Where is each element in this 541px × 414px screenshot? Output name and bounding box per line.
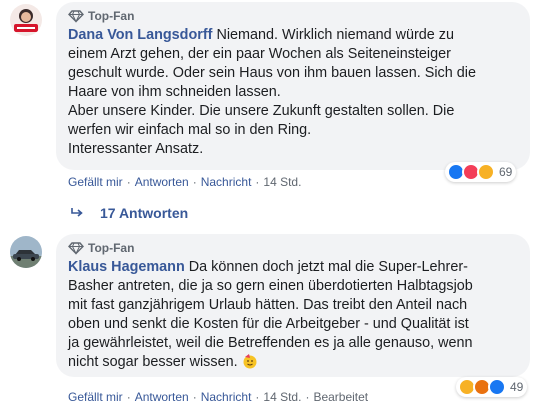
comment-actions: Gefällt mir · Antworten · Nachricht · 14 Std.	[68, 175, 302, 189]
reactions-summary[interactable]: 49	[456, 377, 528, 397]
reply-link[interactable]: Antworten	[135, 175, 189, 189]
timestamp[interactable]: 14 Std.	[263, 175, 301, 189]
comment-line: mit fast ganzjährigem Urlaub hätten. Das…	[68, 297, 468, 313]
comment-line: Aber unsere Kinder. Die unsere Zukunft g…	[68, 103, 455, 119]
comment-bubble: Top-Fan Klaus Hagemann Da können doch jet…	[56, 234, 530, 377]
comment-line: geschult wurde. Oder sein Haus von ihm b…	[68, 65, 476, 81]
like-icon	[488, 378, 506, 396]
reactions-summary[interactable]: 69	[445, 162, 517, 182]
like-link[interactable]: Gefällt mir	[68, 390, 123, 404]
author-name[interactable]: Klaus Hagemann	[68, 259, 185, 275]
comment-line: ja gewährleistet, weil die Betreffenden …	[68, 335, 473, 351]
diamond-icon	[68, 242, 84, 255]
comment-line: werfen wir einfach mal so in den Ring.	[68, 122, 312, 138]
diamond-icon	[68, 10, 84, 23]
top-fan-badge: Top-Fan	[68, 240, 518, 256]
avatar-image-icon	[10, 4, 42, 36]
comment-line: Da können doch jetzt mal die Super-Lehre…	[188, 259, 468, 275]
comment-text: Dana Von Langsdorff Niemand. Wirklich nie…	[68, 26, 518, 159]
avatar[interactable]	[10, 236, 42, 268]
message-link[interactable]: Nachricht	[201, 175, 252, 189]
reaction-count: 49	[510, 380, 524, 394]
comment-line: Interessanter Ansatz.	[68, 141, 204, 157]
comment-actions: Gefällt mir · Antworten · Nachricht · 14 Std. ·…	[68, 390, 369, 404]
edited-label[interactable]: Bearbeitet	[313, 390, 368, 404]
badge-label: Top-Fan	[88, 241, 135, 255]
haha-icon	[477, 163, 495, 181]
timestamp[interactable]: 14 Std.	[263, 390, 301, 404]
badge-label: Top-Fan	[88, 9, 135, 23]
comment-line: nicht sogar besser wissen.	[68, 354, 238, 370]
comment-line: Basher antreten, die ja so gern einen üb…	[68, 278, 473, 294]
comment-line: Haare von ihm schneiden lassen.	[68, 84, 281, 100]
avatar[interactable]	[10, 4, 42, 36]
like-link[interactable]: Gefällt mir	[68, 175, 123, 189]
comment-bubble: Top-Fan Dana Von Langsdorff Niemand. Wirk…	[56, 2, 530, 170]
avatar-car-icon	[10, 236, 42, 268]
top-fan-badge: Top-Fan	[68, 8, 518, 24]
message-link[interactable]: Nachricht	[201, 390, 252, 404]
reaction-count: 69	[499, 165, 513, 179]
comment-line: oben und senkt die Kosten für die Arbeit…	[68, 316, 469, 332]
comment-line: Niemand. Wirklich niemand würde zu	[216, 27, 454, 43]
reply-link[interactable]: Antworten	[135, 390, 189, 404]
comment-line: einem Arzt gehen, der ein paar Wochen al…	[68, 46, 451, 62]
reply-arrow-icon	[71, 208, 83, 217]
party-face-emoji-icon	[243, 354, 257, 369]
comment-text: Klaus Hagemann Da können doch jetzt mal d…	[68, 258, 518, 372]
view-replies-link[interactable]: 17 Antworten	[70, 205, 188, 221]
replies-count: 17 Antworten	[100, 205, 189, 221]
author-name[interactable]: Dana Von Langsdorff	[68, 27, 212, 43]
